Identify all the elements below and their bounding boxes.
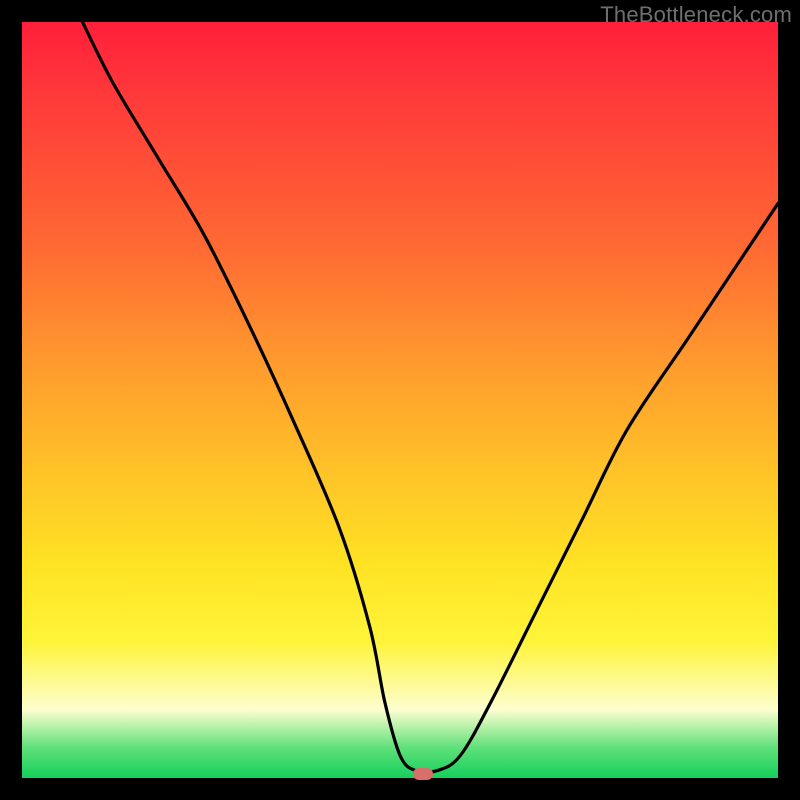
bottleneck-curve	[22, 22, 778, 778]
chart-frame: TheBottleneck.com	[0, 0, 800, 800]
plot-area	[22, 22, 778, 778]
minimum-marker	[413, 768, 433, 780]
watermark-text: TheBottleneck.com	[600, 2, 792, 28]
